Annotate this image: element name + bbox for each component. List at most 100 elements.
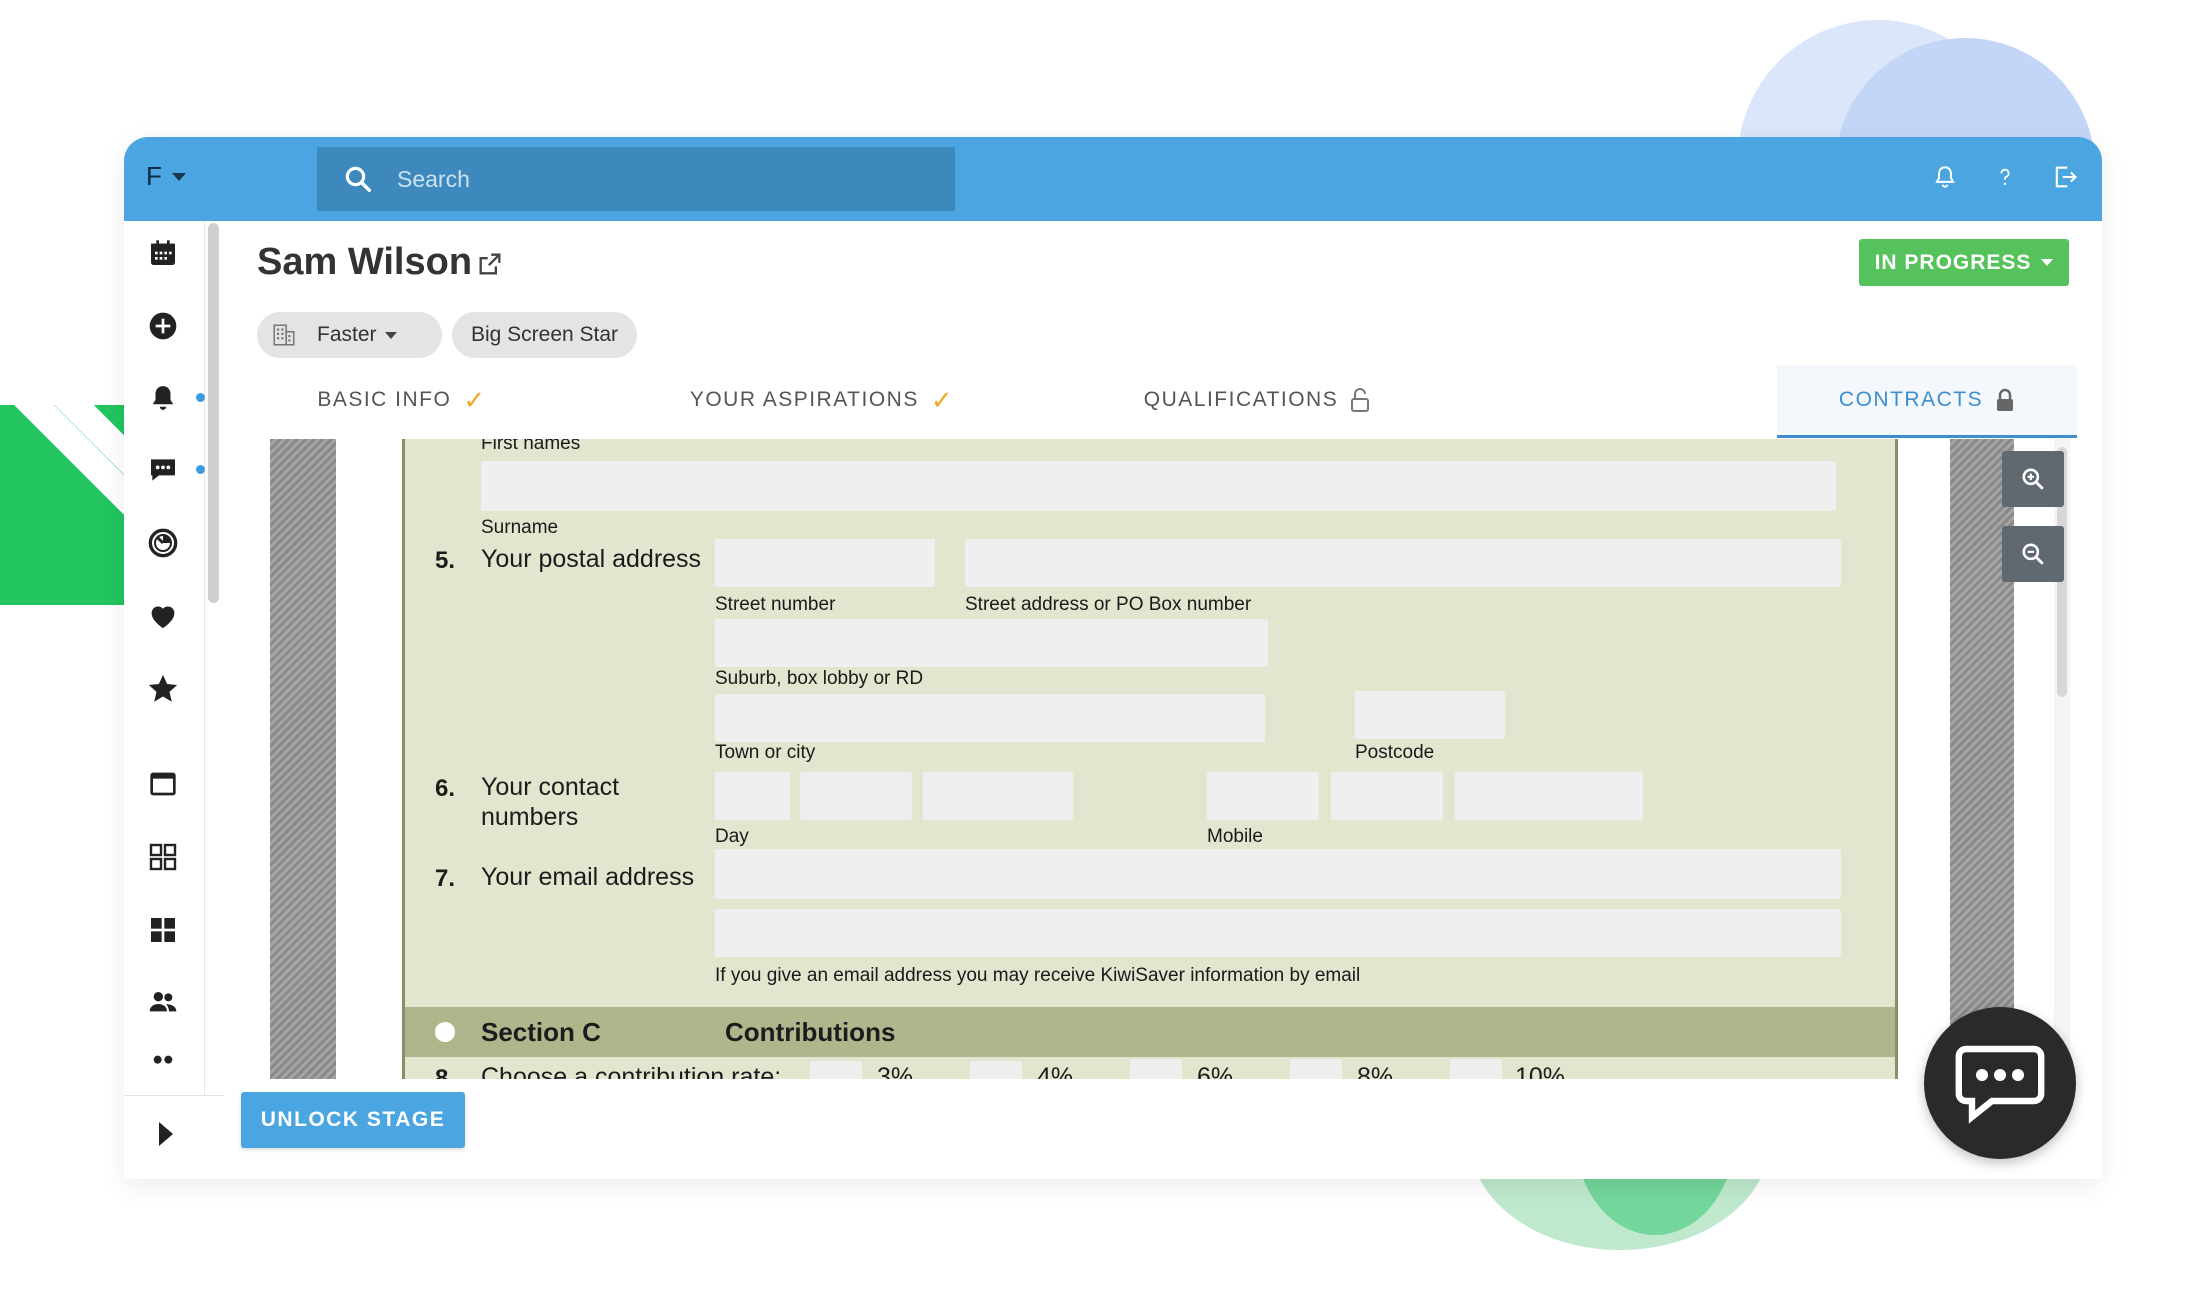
sidebar-scrollbar[interactable] (208, 223, 219, 603)
grid-outline-icon[interactable] (143, 837, 183, 877)
contribution-row: 8. Choose a contribution rate: 3% 4% 6% … (405, 1057, 1895, 1079)
email-note: If you give an email address you may rec… (715, 965, 1361, 986)
rate-checkbox-10[interactable] (1450, 1059, 1502, 1079)
status-dropdown-button[interactable]: IN PROGRESS (1859, 239, 2069, 286)
street-address-field[interactable] (965, 539, 1841, 587)
status-label: IN PROGRESS (1874, 250, 2032, 274)
zoom-in-button[interactable] (2002, 451, 2064, 507)
tab-label: BASIC INFO (317, 388, 452, 411)
question-number: 7. (435, 865, 456, 892)
street-number-label: Street number (715, 594, 836, 615)
bell-icon[interactable] (143, 378, 183, 418)
email-field-1[interactable] (715, 849, 1841, 899)
bell-icon[interactable] (1930, 157, 1960, 197)
section-title: Contributions (725, 1017, 896, 1047)
form-page: First names Surname 5. Your postal addre… (402, 439, 1898, 1079)
question-text: Choose a contribution rate: (481, 1063, 782, 1079)
app-window: F Search Sam Wilson IN PROGRESS Faster B… (124, 137, 2102, 1179)
help-icon[interactable] (1990, 157, 2020, 197)
tab-label: CONTRACTS (1838, 388, 1984, 411)
building-icon (273, 324, 295, 346)
tab-basic-info[interactable]: BASIC INFO ✓ (257, 365, 547, 435)
section-name: Section C (481, 1017, 601, 1047)
calendar-icon[interactable] (143, 233, 183, 273)
document-viewer[interactable]: First names Surname 5. Your postal addre… (270, 439, 2054, 1079)
section-header: Section C Contributions (405, 1007, 1895, 1057)
tab-label: YOUR ASPIRATIONS (689, 388, 919, 411)
top-bar: F (124, 137, 2102, 221)
rate-label: 3% (877, 1063, 914, 1079)
question-text: Your email address (481, 863, 695, 891)
unlock-stage-button[interactable]: UNLOCK STAGE (241, 1092, 465, 1148)
suburb-field[interactable] (715, 619, 1268, 667)
street-number-field[interactable] (715, 539, 935, 587)
timer-icon[interactable] (143, 523, 183, 563)
rate-label: 8% (1357, 1063, 1394, 1079)
rate-checkbox-8[interactable] (1290, 1059, 1342, 1079)
tab-contracts[interactable]: CONTRACTS (1777, 365, 2077, 438)
notification-dot (196, 465, 205, 474)
heart-icon[interactable] (143, 596, 183, 636)
postcode-field[interactable] (1355, 691, 1505, 739)
rate-checkbox-4[interactable] (970, 1061, 1022, 1079)
chat-icon[interactable] (143, 450, 183, 490)
rate-label: 6% (1197, 1063, 1234, 1079)
chevron-down-icon (384, 331, 397, 339)
day-label: Day (715, 826, 749, 847)
day-number-field-1[interactable] (800, 772, 912, 820)
first-names-field[interactable] (481, 461, 1836, 511)
tag-chip-label: Big Screen Star (470, 323, 619, 346)
grid-filled-icon[interactable] (143, 910, 183, 950)
viewer-margin-left (270, 439, 336, 1079)
question-text: numbers (481, 803, 579, 831)
search-bar (317, 147, 955, 211)
window-icon[interactable] (143, 764, 183, 804)
question-text: Your contact (481, 773, 620, 801)
rate-label: 4% (1037, 1063, 1074, 1079)
rate-checkbox-3[interactable] (810, 1061, 862, 1079)
star-icon[interactable] (143, 669, 183, 709)
town-field[interactable] (715, 694, 1265, 742)
notification-dot (196, 393, 205, 402)
chat-button[interactable] (1924, 1007, 2076, 1159)
org-letter: F (146, 161, 162, 191)
rate-checkbox-6[interactable] (1130, 1059, 1182, 1079)
tab-qualifications[interactable]: QUALIFICATIONS (1097, 365, 1417, 435)
section-radio[interactable] (435, 1022, 455, 1042)
email-field-2[interactable] (715, 909, 1841, 957)
page-title: Sam Wilson (257, 241, 473, 283)
expand-sidebar-icon[interactable] (159, 1122, 173, 1146)
check-icon: ✓ (930, 384, 955, 415)
add-circle-icon[interactable] (143, 306, 183, 346)
postcode-label: Postcode (1355, 742, 1435, 763)
org-switcher[interactable]: F (146, 161, 186, 192)
day-number-field-2[interactable] (923, 772, 1073, 820)
unlock-icon (1351, 388, 1370, 412)
team-chip[interactable]: Faster (257, 312, 442, 358)
surname-label: Surname (481, 517, 559, 538)
town-label: Town or city (715, 742, 816, 763)
zoom-in-icon (2022, 468, 2044, 490)
search-icon (345, 166, 371, 192)
zoom-out-button[interactable] (2002, 526, 2064, 582)
team-chip-label: Faster (317, 323, 377, 346)
group-icon[interactable] (143, 1049, 183, 1069)
logout-icon[interactable] (2050, 157, 2080, 197)
mobile-number-field-1[interactable] (1331, 772, 1443, 820)
suburb-label: Suburb, box lobby or RD (715, 668, 924, 689)
tag-chip[interactable]: Big Screen Star (452, 312, 637, 358)
mobile-number-field-2[interactable] (1455, 772, 1643, 820)
day-area-code-field[interactable] (715, 772, 790, 820)
check-icon: ✓ (463, 384, 487, 415)
search-input[interactable] (395, 164, 919, 194)
question-number: 6. (435, 775, 456, 802)
tab-your-aspirations[interactable]: YOUR ASPIRATIONS ✓ (662, 365, 982, 435)
people-icon[interactable] (143, 982, 183, 1022)
decor-green-panel (0, 405, 125, 605)
sidebar (124, 221, 205, 1179)
external-link-icon[interactable] (476, 250, 504, 278)
street-address-label: Street address or PO Box number (965, 594, 1252, 615)
mobile-prefix-field[interactable] (1207, 772, 1319, 820)
sidebar-footer (124, 1095, 224, 1179)
tab-label: QUALIFICATIONS (1143, 388, 1339, 411)
